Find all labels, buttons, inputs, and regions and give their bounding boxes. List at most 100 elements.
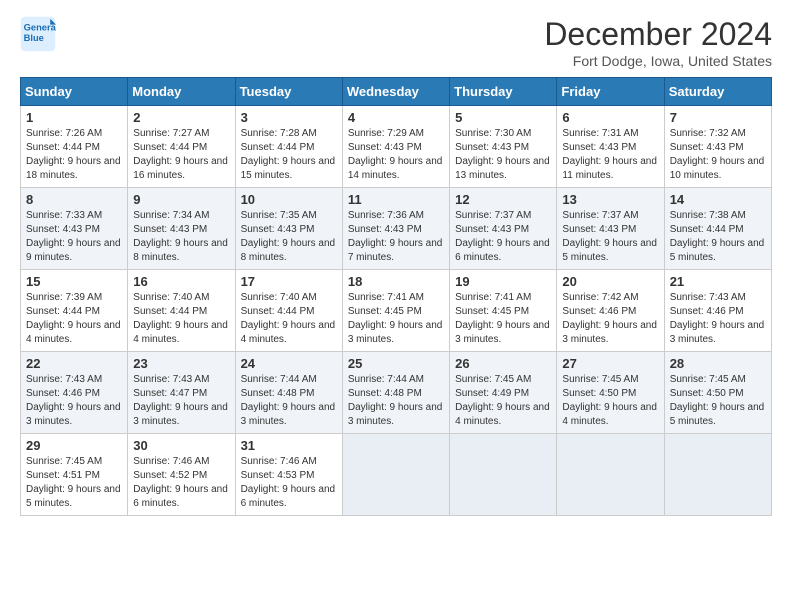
day-info: Sunrise: 7:29 AM Sunset: 4:43 PM Dayligh… <box>348 127 444 183</box>
calendar-week-4: 22 Sunrise: 7:43 AM Sunset: 4:46 PM Dayl… <box>21 352 772 434</box>
day-number: 20 <box>562 274 658 289</box>
calendar-table: Sunday Monday Tuesday Wednesday Thursday… <box>20 77 772 516</box>
day-27: 27 Sunrise: 7:45 AM Sunset: 4:50 PM Dayl… <box>557 352 664 434</box>
day-number: 30 <box>133 438 229 453</box>
header-tuesday: Tuesday <box>235 78 342 106</box>
day-number: 15 <box>26 274 122 289</box>
header-thursday: Thursday <box>450 78 557 106</box>
day-21: 21 Sunrise: 7:43 AM Sunset: 4:46 PM Dayl… <box>664 270 771 352</box>
day-number: 27 <box>562 356 658 371</box>
day-info: Sunrise: 7:35 AM Sunset: 4:43 PM Dayligh… <box>241 209 337 265</box>
day-number: 29 <box>26 438 122 453</box>
day-info: Sunrise: 7:36 AM Sunset: 4:43 PM Dayligh… <box>348 209 444 265</box>
day-number: 11 <box>348 192 444 207</box>
calendar-week-5: 29 Sunrise: 7:45 AM Sunset: 4:51 PM Dayl… <box>21 434 772 516</box>
day-info: Sunrise: 7:46 AM Sunset: 4:52 PM Dayligh… <box>133 455 229 511</box>
day-20: 20 Sunrise: 7:42 AM Sunset: 4:46 PM Dayl… <box>557 270 664 352</box>
svg-text:Blue: Blue <box>24 33 44 43</box>
logo-svg: General Blue <box>20 16 56 52</box>
day-info: Sunrise: 7:34 AM Sunset: 4:43 PM Dayligh… <box>133 209 229 265</box>
day-23: 23 Sunrise: 7:43 AM Sunset: 4:47 PM Dayl… <box>128 352 235 434</box>
day-info: Sunrise: 7:43 AM Sunset: 4:46 PM Dayligh… <box>26 373 122 429</box>
day-26: 26 Sunrise: 7:45 AM Sunset: 4:49 PM Dayl… <box>450 352 557 434</box>
day-19: 19 Sunrise: 7:41 AM Sunset: 4:45 PM Dayl… <box>450 270 557 352</box>
day-number: 13 <box>562 192 658 207</box>
day-info: Sunrise: 7:30 AM Sunset: 4:43 PM Dayligh… <box>455 127 551 183</box>
day-24: 24 Sunrise: 7:44 AM Sunset: 4:48 PM Dayl… <box>235 352 342 434</box>
day-16: 16 Sunrise: 7:40 AM Sunset: 4:44 PM Dayl… <box>128 270 235 352</box>
day-12: 12 Sunrise: 7:37 AM Sunset: 4:43 PM Dayl… <box>450 188 557 270</box>
day-info: Sunrise: 7:45 AM Sunset: 4:51 PM Dayligh… <box>26 455 122 511</box>
day-29: 29 Sunrise: 7:45 AM Sunset: 4:51 PM Dayl… <box>21 434 128 516</box>
day-number: 14 <box>670 192 766 207</box>
weekday-header-row: Sunday Monday Tuesday Wednesday Thursday… <box>21 78 772 106</box>
day-info: Sunrise: 7:45 AM Sunset: 4:50 PM Dayligh… <box>670 373 766 429</box>
day-number: 8 <box>26 192 122 207</box>
day-31: 31 Sunrise: 7:46 AM Sunset: 4:53 PM Dayl… <box>235 434 342 516</box>
day-number: 12 <box>455 192 551 207</box>
day-info: Sunrise: 7:27 AM Sunset: 4:44 PM Dayligh… <box>133 127 229 183</box>
day-empty-2 <box>450 434 557 516</box>
header-monday: Monday <box>128 78 235 106</box>
day-info: Sunrise: 7:31 AM Sunset: 4:43 PM Dayligh… <box>562 127 658 183</box>
day-number: 26 <box>455 356 551 371</box>
header-friday: Friday <box>557 78 664 106</box>
day-18: 18 Sunrise: 7:41 AM Sunset: 4:45 PM Dayl… <box>342 270 449 352</box>
day-number: 2 <box>133 110 229 125</box>
day-empty-4 <box>664 434 771 516</box>
day-number: 1 <box>26 110 122 125</box>
day-11: 11 Sunrise: 7:36 AM Sunset: 4:43 PM Dayl… <box>342 188 449 270</box>
day-2: 2 Sunrise: 7:27 AM Sunset: 4:44 PM Dayli… <box>128 106 235 188</box>
day-13: 13 Sunrise: 7:37 AM Sunset: 4:43 PM Dayl… <box>557 188 664 270</box>
day-info: Sunrise: 7:40 AM Sunset: 4:44 PM Dayligh… <box>133 291 229 347</box>
day-number: 25 <box>348 356 444 371</box>
month-title: December 2024 <box>544 16 772 53</box>
day-15: 15 Sunrise: 7:39 AM Sunset: 4:44 PM Dayl… <box>21 270 128 352</box>
day-8: 8 Sunrise: 7:33 AM Sunset: 4:43 PM Dayli… <box>21 188 128 270</box>
day-info: Sunrise: 7:44 AM Sunset: 4:48 PM Dayligh… <box>348 373 444 429</box>
day-10: 10 Sunrise: 7:35 AM Sunset: 4:43 PM Dayl… <box>235 188 342 270</box>
title-block: December 2024 Fort Dodge, Iowa, United S… <box>544 16 772 69</box>
day-6: 6 Sunrise: 7:31 AM Sunset: 4:43 PM Dayli… <box>557 106 664 188</box>
day-info: Sunrise: 7:43 AM Sunset: 4:46 PM Dayligh… <box>670 291 766 347</box>
day-info: Sunrise: 7:37 AM Sunset: 4:43 PM Dayligh… <box>455 209 551 265</box>
day-info: Sunrise: 7:32 AM Sunset: 4:43 PM Dayligh… <box>670 127 766 183</box>
day-info: Sunrise: 7:37 AM Sunset: 4:43 PM Dayligh… <box>562 209 658 265</box>
location: Fort Dodge, Iowa, United States <box>544 53 772 69</box>
header-saturday: Saturday <box>664 78 771 106</box>
day-info: Sunrise: 7:40 AM Sunset: 4:44 PM Dayligh… <box>241 291 337 347</box>
day-5: 5 Sunrise: 7:30 AM Sunset: 4:43 PM Dayli… <box>450 106 557 188</box>
day-info: Sunrise: 7:41 AM Sunset: 4:45 PM Dayligh… <box>348 291 444 347</box>
day-1: 1 Sunrise: 7:26 AM Sunset: 4:44 PM Dayli… <box>21 106 128 188</box>
day-info: Sunrise: 7:43 AM Sunset: 4:47 PM Dayligh… <box>133 373 229 429</box>
calendar-week-2: 8 Sunrise: 7:33 AM Sunset: 4:43 PM Dayli… <box>21 188 772 270</box>
day-number: 24 <box>241 356 337 371</box>
day-number: 28 <box>670 356 766 371</box>
day-info: Sunrise: 7:45 AM Sunset: 4:50 PM Dayligh… <box>562 373 658 429</box>
day-number: 16 <box>133 274 229 289</box>
day-number: 7 <box>670 110 766 125</box>
day-number: 17 <box>241 274 337 289</box>
day-info: Sunrise: 7:42 AM Sunset: 4:46 PM Dayligh… <box>562 291 658 347</box>
day-empty-3 <box>557 434 664 516</box>
day-info: Sunrise: 7:39 AM Sunset: 4:44 PM Dayligh… <box>26 291 122 347</box>
header-sunday: Sunday <box>21 78 128 106</box>
calendar-week-3: 15 Sunrise: 7:39 AM Sunset: 4:44 PM Dayl… <box>21 270 772 352</box>
day-info: Sunrise: 7:46 AM Sunset: 4:53 PM Dayligh… <box>241 455 337 511</box>
day-4: 4 Sunrise: 7:29 AM Sunset: 4:43 PM Dayli… <box>342 106 449 188</box>
day-info: Sunrise: 7:33 AM Sunset: 4:43 PM Dayligh… <box>26 209 122 265</box>
day-number: 21 <box>670 274 766 289</box>
day-info: Sunrise: 7:41 AM Sunset: 4:45 PM Dayligh… <box>455 291 551 347</box>
day-number: 3 <box>241 110 337 125</box>
day-info: Sunrise: 7:45 AM Sunset: 4:49 PM Dayligh… <box>455 373 551 429</box>
day-30: 30 Sunrise: 7:46 AM Sunset: 4:52 PM Dayl… <box>128 434 235 516</box>
day-info: Sunrise: 7:38 AM Sunset: 4:44 PM Dayligh… <box>670 209 766 265</box>
day-9: 9 Sunrise: 7:34 AM Sunset: 4:43 PM Dayli… <box>128 188 235 270</box>
day-number: 5 <box>455 110 551 125</box>
day-number: 23 <box>133 356 229 371</box>
header-wednesday: Wednesday <box>342 78 449 106</box>
calendar-week-1: 1 Sunrise: 7:26 AM Sunset: 4:44 PM Dayli… <box>21 106 772 188</box>
day-17: 17 Sunrise: 7:40 AM Sunset: 4:44 PM Dayl… <box>235 270 342 352</box>
day-number: 10 <box>241 192 337 207</box>
logo: General Blue <box>20 16 56 52</box>
